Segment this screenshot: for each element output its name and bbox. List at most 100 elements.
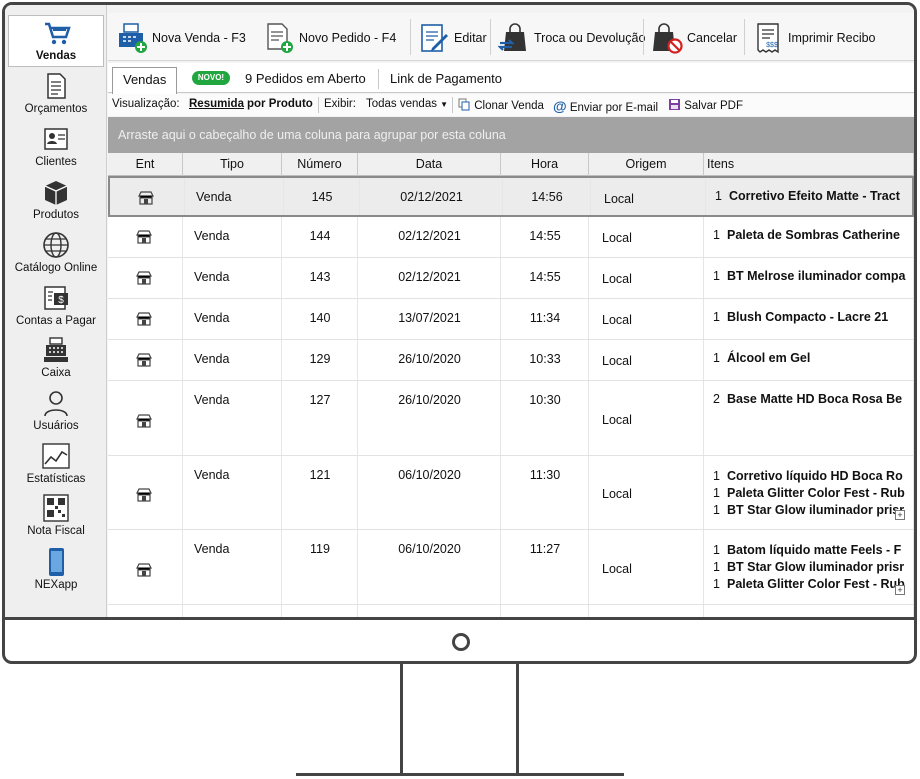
item-quantity: 1 (713, 503, 720, 517)
item-name: Blush Compacto - Lacre 21 (727, 310, 889, 324)
cell-hora: 11:27 (501, 530, 589, 604)
imprimir-recibo-button[interactable]: $$$ Imprimir Recibo (752, 17, 876, 59)
sidebar-item-usuarios[interactable]: Usuários (5, 386, 107, 438)
item-quantity: 2 (713, 392, 720, 406)
user-icon (44, 391, 68, 417)
tab-link-pagamento[interactable]: Link de Pagamento (390, 67, 502, 93)
column-header-itens[interactable]: Itens (704, 153, 914, 176)
cancelar-button[interactable]: Cancelar (651, 17, 737, 59)
table-row[interactable]: Venda11614/09/202015:07Local2Base Matte … (108, 605, 914, 617)
sidebar-item-label: Contas a Pagar (16, 315, 96, 327)
cell-ent (108, 605, 183, 617)
sidebar-item-estatisticas[interactable]: Estatísticas (5, 439, 107, 491)
table-row[interactable]: Venda 119 06/10/2020 11:27 Local 1 Batom líqui… (108, 530, 914, 605)
column-header-numero[interactable]: Número (282, 153, 358, 176)
item-name: Paleta Glitter Color Fest - Rub (727, 577, 905, 591)
nova-venda-label: Nova Venda - F3 (152, 31, 246, 45)
expand-items-icon[interactable]: + (895, 585, 905, 595)
store-icon (138, 191, 154, 205)
cell-items: 2 Base Matte HD Boca Rosa Be (704, 381, 914, 455)
box-icon (44, 181, 68, 205)
cell-ent (108, 381, 183, 455)
group-by-drop-area[interactable]: Arraste aqui o cabeçalho de uma coluna p… (108, 117, 914, 153)
sidebar-item-clientes[interactable]: Clientes (5, 122, 107, 174)
cell-tipo: Venda (183, 456, 282, 529)
new-sale-icon (119, 23, 147, 53)
cell-hora: 11:34 (501, 299, 589, 339)
origem-value: Local (602, 412, 632, 427)
sidebar-item-contas-pagar[interactable]: $ Contas a Pagar (5, 281, 107, 333)
cell-tipo: Venda (183, 258, 282, 298)
cart-icon (45, 22, 71, 45)
save-disk-icon (669, 99, 680, 110)
view-resumida-option[interactable]: Resumida (189, 98, 244, 110)
table-row[interactable]: Venda 127 26/10/2020 10:30 Local 2 Base Matte … (108, 381, 914, 456)
cell-numero: 127 (282, 381, 358, 455)
item-line: 1 Corretivo Efeito Matte - Tract (715, 188, 914, 205)
edit-icon (421, 24, 448, 52)
data-value: 26/10/2020 (398, 352, 461, 366)
clonar-venda-button[interactable]: Clonar Venda (458, 98, 544, 112)
sidebar-item-caixa[interactable]: Caixa (5, 333, 107, 385)
editar-button[interactable]: Editar (418, 17, 487, 59)
enviar-email-button[interactable]: @ Enviar por E-mail (553, 98, 658, 114)
novo-pedido-button[interactable]: Novo Pedido - F4 (263, 17, 396, 59)
origem-value: Local (602, 354, 632, 368)
sidebar-item-catalogo[interactable]: Catálogo Online (5, 228, 107, 280)
hora-value: 11:27 (529, 542, 561, 556)
table-row[interactable]: Venda 140 13/07/2021 11:34 Local 1 Blush Compa… (108, 299, 914, 340)
sidebar-item-orcamentos[interactable]: Orçamentos (5, 69, 107, 121)
origem-value: Local (602, 313, 632, 327)
nova-venda-button[interactable]: Nova Venda - F3 (116, 17, 246, 59)
sidebar-item-produtos[interactable]: Produtos (5, 175, 107, 227)
tipo-value: Venda (194, 229, 230, 243)
item-name: Paleta Glitter Color Fest - Rub (727, 486, 905, 500)
cell-ent (108, 299, 183, 339)
salvar-pdf-button[interactable]: Salvar PDF (668, 98, 743, 112)
cell-tipo: Venda (183, 530, 282, 604)
origem-value: Local (602, 487, 632, 501)
column-header-ent[interactable]: Ent (108, 153, 183, 176)
troca-devolucao-button[interactable]: Troca ou Devolução (498, 17, 645, 59)
column-header-data[interactable]: Data (358, 153, 501, 176)
column-header-tipo[interactable]: Tipo (183, 153, 282, 176)
table-row[interactable]: Venda 129 26/10/2020 10:33 Local 1 Álcool em G… (108, 340, 914, 381)
cell-origem: Local (589, 258, 704, 298)
stand-base (296, 773, 624, 776)
tab-vendas[interactable]: Vendas (112, 67, 178, 94)
expand-items-icon[interactable]: + (895, 510, 905, 520)
column-header-hora[interactable]: Hora (501, 153, 589, 176)
monitor-frame: Vendas Orçamentos Clientes Produtos Catá… (2, 2, 917, 664)
sidebar: Vendas Orçamentos Clientes Produtos Catá… (5, 5, 107, 617)
cancelar-label: Cancelar (687, 31, 738, 45)
sidebar-item-label: Vendas (35, 50, 77, 62)
item-name: Corretivo líquido HD Boca Ro (727, 469, 903, 483)
table-row[interactable]: Venda 145 02/12/2021 14:56 Local 1 Corretivo E… (108, 176, 914, 217)
table-row[interactable]: Venda 144 02/12/2021 14:55 Local 1 Paleta de S… (108, 217, 914, 258)
item-quantity: 1 (713, 560, 720, 574)
cell-hora: 14:55 (501, 217, 589, 257)
table-row[interactable]: Venda 121 06/10/2020 11:30 Local 1 Corretivo l… (108, 456, 914, 530)
sidebar-item-vendas[interactable]: Vendas (8, 15, 104, 67)
numero-value: 144 (309, 229, 331, 243)
exibir-dropdown[interactable]: Todas vendas ▼ (366, 98, 448, 110)
cell-numero: 140 (282, 299, 358, 339)
item-line: 1 Blush Compacto - Lacre 21 (713, 309, 913, 326)
sidebar-item-nota-fiscal[interactable]: Nota Fiscal (5, 491, 107, 543)
tab-pedidos-em-aberto[interactable]: 9 Pedidos em Aberto (245, 67, 366, 93)
view-por-produto-option[interactable]: por Produto (247, 98, 313, 110)
data-value: 13/07/2021 (398, 311, 461, 325)
column-header-origem[interactable]: Origem (589, 153, 704, 176)
chevron-down-icon: ▼ (440, 100, 449, 109)
cell-hora: 14:56 (503, 178, 591, 215)
tipo-value: Venda (194, 393, 230, 407)
editar-label: Editar (454, 31, 487, 45)
stand-neck (400, 664, 403, 774)
cell-tipo: Venda (183, 381, 282, 455)
store-icon (136, 271, 152, 285)
sidebar-item-nexapp[interactable]: NEXapp (5, 545, 107, 597)
item-name: BT Melrose iluminador compa (727, 269, 906, 283)
imprimir-recibo-label: Imprimir Recibo (788, 31, 876, 45)
table-row[interactable]: Venda 143 02/12/2021 14:55 Local 1 BT Melrose … (108, 258, 914, 299)
cell-items: 1 Álcool em Gel (704, 340, 914, 380)
